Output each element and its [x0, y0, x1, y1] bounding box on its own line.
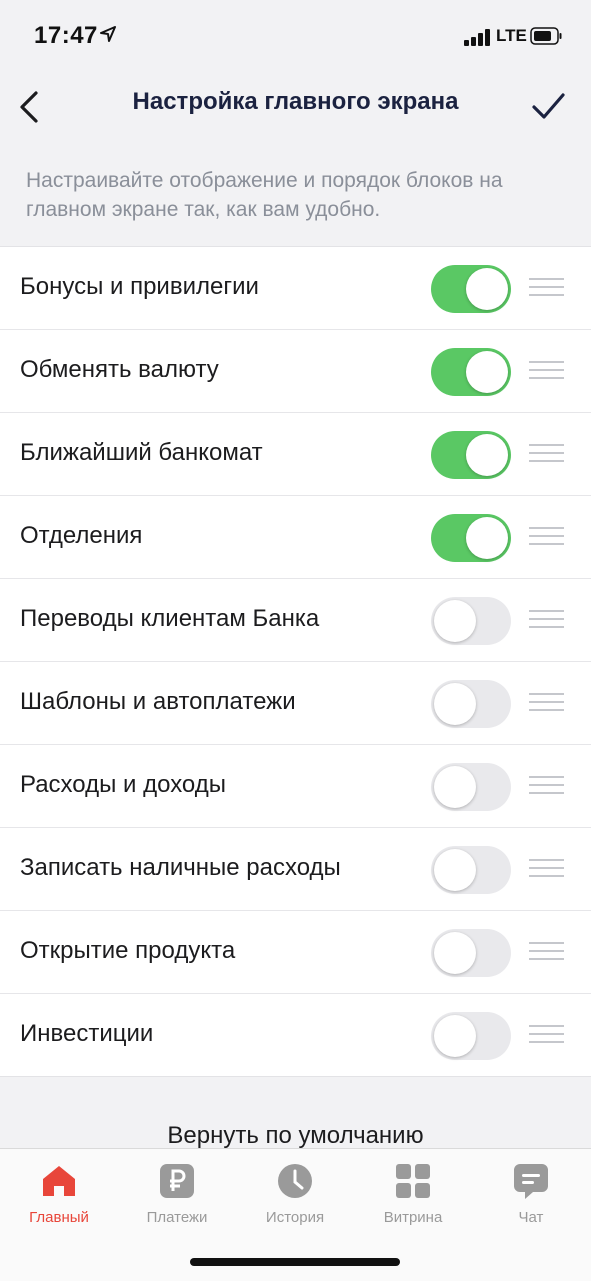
- clock-icon: [278, 1164, 312, 1198]
- toggle-knob: [434, 683, 476, 725]
- visibility-toggle[interactable]: [431, 846, 511, 894]
- list-item: Инвестиции: [0, 994, 591, 1076]
- list-item-label: Записать наличные расходы: [20, 854, 341, 881]
- tab-chat[interactable]: Чат: [472, 1161, 590, 1231]
- toggle-knob: [434, 849, 476, 891]
- tab-label: Главный: [29, 1209, 89, 1226]
- hint-text: Настраивайте отображение и порядок блоко…: [26, 169, 503, 221]
- list-item: Открытие продукта: [0, 911, 591, 994]
- blocks-list: Бонусы и привилегии Обменять валюту Ближай…: [0, 246, 591, 1077]
- visibility-toggle[interactable]: [431, 929, 511, 977]
- drag-handle-icon[interactable]: [529, 859, 564, 879]
- list-item: Переводы клиентам Банка: [0, 579, 591, 662]
- list-item-label: Отделения: [20, 522, 143, 549]
- list-item-label: Расходы и доходы: [20, 771, 226, 798]
- reset-defaults-button[interactable]: Вернуть по умолчанию: [0, 1122, 591, 1150]
- list-item: Отделения: [0, 496, 591, 579]
- visibility-toggle[interactable]: [431, 680, 511, 728]
- home-icon: [43, 1166, 75, 1196]
- location-arrow-icon: [100, 26, 116, 42]
- tab-clock[interactable]: История: [236, 1161, 354, 1231]
- drag-handle-icon[interactable]: [529, 527, 564, 547]
- page-title: Настройка главного экрана: [132, 88, 459, 115]
- list-item-label: Ближайший банкомат: [20, 439, 263, 466]
- tab-label: Витрина: [383, 1209, 443, 1226]
- visibility-toggle[interactable]: [431, 514, 511, 562]
- list-item: Бонусы и привилегии: [0, 247, 591, 330]
- tab-label: Чат: [518, 1209, 544, 1226]
- list-item-label: Обменять валюту: [20, 356, 219, 383]
- visibility-toggle[interactable]: [431, 348, 511, 396]
- tab-grid[interactable]: Витрина: [354, 1161, 472, 1231]
- navigation-bar: Настройка главного экрана: [0, 72, 591, 142]
- toggle-knob: [466, 434, 508, 476]
- drag-handle-icon[interactable]: [529, 1025, 564, 1045]
- drag-handle-icon[interactable]: [529, 610, 564, 630]
- tab-ruble[interactable]: Платежи: [118, 1161, 236, 1231]
- visibility-toggle[interactable]: [431, 265, 511, 313]
- visibility-toggle[interactable]: [431, 431, 511, 479]
- signal-icon: [464, 28, 492, 46]
- network-type: LTE: [496, 26, 527, 45]
- toggle-knob: [466, 268, 508, 310]
- list-item: Расходы и доходы: [0, 745, 591, 828]
- toggle-knob: [434, 932, 476, 974]
- drag-handle-icon[interactable]: [529, 361, 564, 381]
- drag-handle-icon[interactable]: [529, 942, 564, 962]
- toggle-knob: [434, 600, 476, 642]
- toggle-knob: [434, 1015, 476, 1057]
- back-chevron-icon[interactable]: [14, 85, 48, 129]
- checkmark-icon[interactable]: [526, 86, 570, 126]
- visibility-toggle[interactable]: [431, 1012, 511, 1060]
- toggle-knob: [434, 766, 476, 808]
- drag-handle-icon[interactable]: [529, 444, 564, 464]
- status-time: 17:47: [34, 22, 98, 49]
- chat-icon: [514, 1164, 548, 1199]
- tab-label: Платежи: [146, 1209, 208, 1226]
- list-item-label: Инвестиции: [20, 1020, 154, 1047]
- drag-handle-icon[interactable]: [529, 776, 564, 796]
- list-item-label: Шаблоны и автоплатежи: [20, 688, 296, 715]
- grid-icon: [396, 1164, 430, 1198]
- toggle-knob: [466, 351, 508, 393]
- toggle-knob: [466, 517, 508, 559]
- list-item: Шаблоны и автоплатежи: [0, 662, 591, 745]
- home-indicator: [190, 1258, 400, 1266]
- list-item: Ближайший банкомат: [0, 413, 591, 496]
- tab-home[interactable]: Главный: [0, 1161, 118, 1231]
- status-bar: 17:47 LTE: [0, 0, 591, 72]
- visibility-toggle[interactable]: [431, 597, 511, 645]
- tab-label: История: [265, 1209, 325, 1226]
- list-item-label: Бонусы и привилегии: [20, 273, 259, 300]
- ruble-icon: [160, 1164, 194, 1198]
- drag-handle-icon[interactable]: [529, 278, 564, 298]
- drag-handle-icon[interactable]: [529, 693, 564, 713]
- list-item: Обменять валюту: [0, 330, 591, 413]
- visibility-toggle[interactable]: [431, 763, 511, 811]
- battery-icon: [530, 27, 562, 45]
- list-item: Записать наличные расходы: [0, 828, 591, 911]
- list-item-label: Переводы клиентам Банка: [20, 605, 320, 632]
- list-item-label: Открытие продукта: [20, 937, 236, 964]
